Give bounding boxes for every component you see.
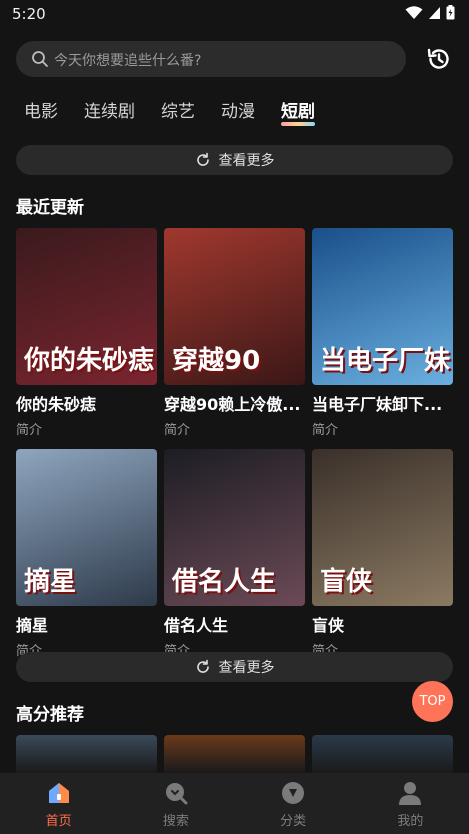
nav-profile[interactable]: 我的 [352, 773, 469, 834]
drama-title: 穿越90赖上冷傲... [164, 395, 301, 414]
search-nav-icon [165, 783, 188, 805]
nav-label: 分类 [280, 814, 307, 829]
tab-movie[interactable]: 电影 [24, 97, 58, 122]
drama-poster: 摘星 [16, 449, 157, 606]
drama-poster: 借名人生 [164, 449, 305, 606]
section-title-high-score: 高分推荐 [16, 705, 84, 725]
status-icons [405, 5, 455, 20]
drama-card[interactable]: 摘星 摘星 简介 [16, 449, 157, 659]
refresh-icon [196, 659, 209, 673]
refresh-icon [196, 152, 209, 166]
view-more-button[interactable]: 查看更多 [16, 145, 453, 175]
view-more-label: 查看更多 [218, 660, 275, 676]
drama-title: 借名人生 [164, 616, 229, 635]
status-bar: 5:20 [0, 0, 469, 28]
search-input[interactable]: 今天你想要追些什么番? [16, 41, 406, 77]
drama-poster: 当电子厂妹 [312, 228, 453, 385]
nav-home[interactable]: 首页 [0, 773, 117, 834]
drama-subtitle: 简介 [164, 423, 191, 438]
poster-title: 摘星 [24, 567, 77, 597]
search-icon [32, 51, 48, 67]
drama-card[interactable]: 当电子厂妹 当电子厂妹卸下... 简介 [312, 228, 453, 438]
nav-search[interactable]: 搜索 [117, 773, 234, 834]
search-row: 今天你想要追些什么番? [16, 41, 453, 77]
poster-title: 你的朱砂痣 [24, 346, 155, 376]
poster-title: 穿越90 [172, 346, 261, 376]
tab-variety[interactable]: 综艺 [161, 97, 195, 122]
view-more-label: 查看更多 [218, 153, 275, 169]
history-icon[interactable] [425, 45, 453, 73]
tab-short-drama-label: 短剧 [281, 102, 315, 122]
tab-anime[interactable]: 动漫 [221, 97, 255, 122]
tab-short-drama[interactable]: 短剧 [281, 97, 315, 126]
drama-poster: 盲侠 [312, 449, 453, 606]
nav-label: 搜索 [162, 814, 189, 829]
drama-poster: 穿越90 [164, 228, 305, 385]
section-title-recent: 最近更新 [16, 198, 84, 218]
drama-title: 盲侠 [312, 616, 345, 635]
high-score-row [16, 735, 453, 773]
view-more-button[interactable]: 查看更多 [16, 652, 453, 682]
drama-poster: 你的朱砂痣 [16, 228, 157, 385]
tab-active-indicator [281, 122, 315, 126]
battery-icon [446, 5, 455, 20]
category-icon [282, 782, 305, 804]
tab-series[interactable]: 连续剧 [84, 97, 135, 122]
drama-title: 你的朱砂痣 [16, 395, 97, 414]
drama-subtitle: 简介 [312, 423, 339, 438]
search-placeholder: 今天你想要追些什么番? [54, 53, 202, 69]
status-time: 5:20 [12, 5, 46, 23]
poster-title: 盲侠 [320, 567, 373, 597]
scroll-top-button[interactable]: TOP [412, 681, 453, 722]
drama-card[interactable]: 你的朱砂痣 你的朱砂痣 简介 [16, 228, 157, 438]
home-icon [48, 783, 69, 803]
nav-label: 首页 [45, 814, 72, 829]
drama-card[interactable]: 穿越90 穿越90赖上冷傲... 简介 [164, 228, 305, 438]
drama-title: 摘星 [16, 616, 49, 635]
poster-title: 当电子厂妹 [320, 346, 451, 376]
nav-label: 我的 [397, 814, 424, 829]
drama-card[interactable]: 盲侠 盲侠 简介 [312, 449, 453, 659]
wifi-icon [405, 5, 423, 19]
poster-title: 借名人生 [172, 567, 277, 597]
drama-poster[interactable] [164, 735, 305, 773]
signal-icon [429, 6, 440, 19]
bottom-nav: 首页 搜索 分类 我的 [0, 773, 469, 834]
profile-icon [399, 782, 422, 805]
drama-title: 当电子厂妹卸下... [312, 395, 443, 414]
recent-grid: 你的朱砂痣 你的朱砂痣 简介 穿越90 穿越90赖上冷傲... 简介 当电子厂妹… [16, 228, 453, 659]
category-tabs: 电影 连续剧 综艺 动漫 短剧 [24, 97, 341, 126]
drama-poster[interactable] [16, 735, 157, 773]
drama-poster[interactable] [312, 735, 453, 773]
nav-category[interactable]: 分类 [235, 773, 352, 834]
drama-subtitle: 简介 [16, 423, 43, 438]
drama-card[interactable]: 借名人生 借名人生 简介 [164, 449, 305, 659]
